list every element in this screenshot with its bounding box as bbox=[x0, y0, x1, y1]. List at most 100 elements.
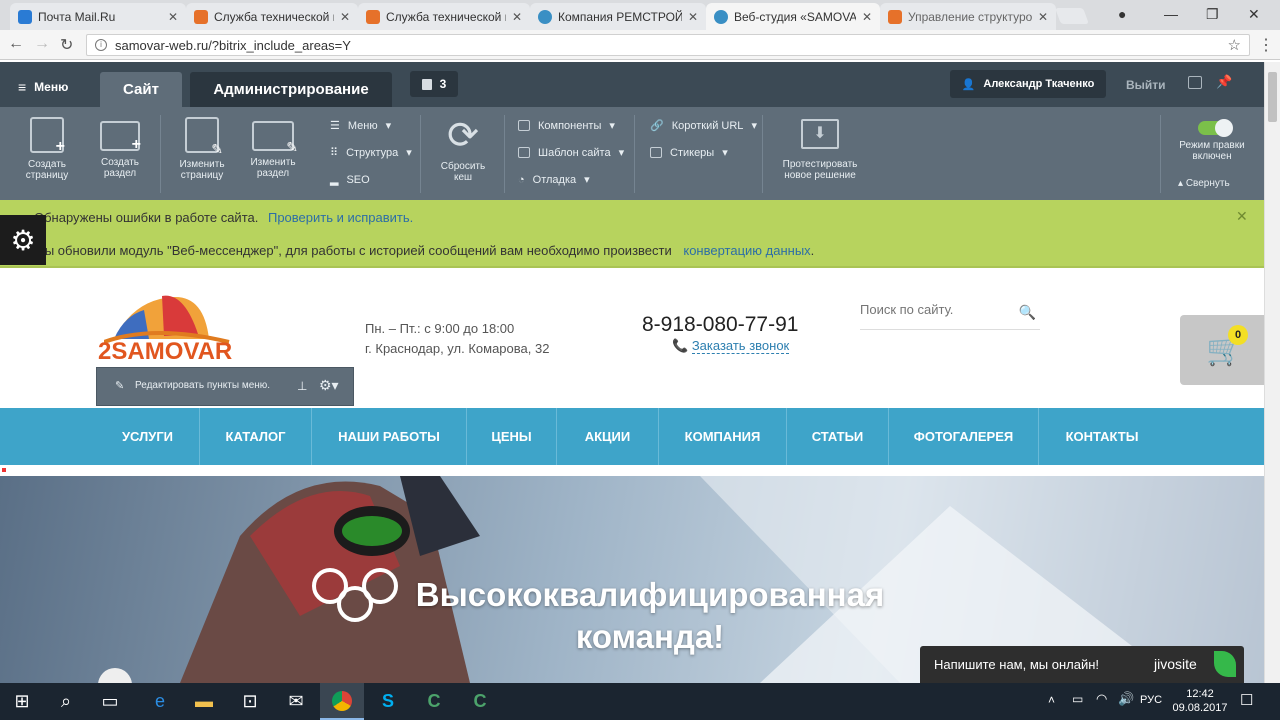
seo-button[interactable]: ▂ SEO bbox=[330, 173, 370, 187]
site-template-dropdown[interactable]: Шаблон сайта ▾ bbox=[518, 146, 624, 159]
browser-tab-active[interactable]: Веб-студия «SAMOVAR ✕ bbox=[706, 3, 880, 30]
nav-item-services[interactable]: УСЛУГИ bbox=[96, 408, 200, 465]
nav-item-contacts[interactable]: КОНТАКТЫ bbox=[1039, 408, 1165, 465]
skype-icon[interactable]: S bbox=[366, 683, 410, 720]
clock-time: 12:42 bbox=[1186, 688, 1214, 700]
file-explorer-icon[interactable]: ▬ bbox=[182, 683, 226, 720]
menu-edit-link[interactable]: Редактировать пункты меню. bbox=[135, 380, 270, 391]
close-icon[interactable]: ✕ bbox=[512, 10, 522, 24]
bx-menu-button[interactable]: ≡ Меню bbox=[18, 79, 68, 95]
search-icon[interactable]: ⌕ bbox=[44, 683, 88, 720]
camtasia-icon[interactable]: C bbox=[412, 683, 456, 720]
fix-errors-link[interactable]: Проверить и исправить. bbox=[268, 210, 413, 225]
profile-icon[interactable]: ● bbox=[1118, 6, 1126, 22]
tab-administration[interactable]: Администрирование bbox=[190, 72, 392, 107]
close-icon[interactable]: ✕ bbox=[168, 10, 178, 24]
collapse-button[interactable]: ▴ Свернуть bbox=[1178, 178, 1230, 189]
nav-item-articles[interactable]: СТАТЬИ bbox=[787, 408, 889, 465]
search-icon[interactable]: 🔍 bbox=[1019, 304, 1036, 321]
cart-button[interactable]: 🛒 0 bbox=[1180, 315, 1264, 385]
close-icon[interactable]: ✕ bbox=[688, 10, 698, 24]
scrollbar[interactable] bbox=[1264, 62, 1280, 683]
windows-start-icon[interactable]: ⊞ bbox=[0, 683, 44, 720]
download-box-icon: ⬇ bbox=[801, 119, 839, 149]
mail-icon[interactable]: ✉ bbox=[274, 683, 318, 720]
tab-site[interactable]: Сайт bbox=[100, 72, 182, 107]
reload-icon[interactable]: ↻ bbox=[60, 35, 73, 55]
url-field[interactable]: i samovar-web.ru/?bitrix_include_areas=Y… bbox=[86, 34, 1250, 56]
pin-icon[interactable]: ⊥ bbox=[297, 379, 307, 393]
bitrix-admin-top: ≡ Меню Сайт Администрирование 3 👤 Алекса… bbox=[0, 62, 1264, 107]
create-section-button[interactable]: + Создать раздел bbox=[92, 117, 148, 179]
task-view-icon[interactable]: ▭ bbox=[88, 683, 132, 720]
browser-tab[interactable]: Компания РЕМСТРОЙ ✕ bbox=[530, 3, 706, 30]
info-icon[interactable]: i bbox=[95, 39, 107, 51]
minimize-icon[interactable]: — bbox=[1164, 6, 1178, 22]
support-favicon-icon bbox=[194, 9, 208, 24]
create-page-button[interactable]: + Создать страницу bbox=[20, 117, 74, 181]
chevron-up-icon[interactable]: ˄ bbox=[1048, 693, 1055, 707]
edit-mode-toggle[interactable] bbox=[1198, 119, 1233, 137]
wifi-icon[interactable]: ◠ bbox=[1096, 691, 1107, 707]
tool-label: включен bbox=[1192, 151, 1232, 162]
edge-icon[interactable]: e bbox=[138, 683, 182, 720]
conversion-link[interactable]: конвертацию данных bbox=[683, 243, 810, 258]
browser-tab[interactable]: Служба технической п ✕ bbox=[186, 3, 358, 30]
callback-link[interactable]: 📞 Заказать звонок bbox=[672, 338, 790, 354]
nav-item-company[interactable]: КОМПАНИЯ bbox=[659, 408, 787, 465]
jivosite-chat-button[interactable]: Напишите нам, мы онлайн! jivosite bbox=[920, 646, 1244, 683]
edit-section-button[interactable]: ✎ Изменить раздел bbox=[244, 117, 302, 179]
new-tab-button[interactable] bbox=[1055, 8, 1089, 24]
stickers-dropdown[interactable]: Стикеры ▾ bbox=[650, 146, 728, 159]
window-close-icon[interactable]: ✕ bbox=[1248, 6, 1260, 23]
user-button[interactable]: 👤 Александр Ткаченко bbox=[950, 70, 1106, 98]
forward-icon[interactable]: → bbox=[34, 35, 50, 53]
camtasia-recorder-icon[interactable]: C bbox=[458, 683, 502, 720]
site-favicon-icon bbox=[538, 9, 552, 24]
back-icon[interactable]: ← bbox=[8, 35, 24, 53]
components-dropdown[interactable]: Компоненты ▾ bbox=[518, 119, 615, 132]
debug-dropdown[interactable]: ◔ Отладка ▾ bbox=[518, 173, 590, 187]
close-icon[interactable]: ✕ bbox=[340, 10, 350, 24]
clock[interactable]: 12:42 09.08.2017 bbox=[1172, 687, 1228, 715]
close-icon[interactable]: ✕ bbox=[1236, 208, 1248, 225]
search-input[interactable] bbox=[860, 302, 1010, 317]
structure-dropdown[interactable]: ⠿ Структура ▾ bbox=[330, 146, 412, 160]
browser-tab[interactable]: Управление структуро ✕ bbox=[880, 3, 1056, 30]
edit-page-button[interactable]: ✎ Изменить страницу bbox=[172, 117, 232, 181]
scrollbar-thumb[interactable] bbox=[1268, 72, 1277, 122]
test-new-solution-button[interactable]: ⬇ Протестировать новое решение bbox=[772, 119, 868, 181]
pin-icon[interactable]: 📌 bbox=[1216, 74, 1232, 90]
store-icon[interactable]: ⊡ bbox=[228, 683, 272, 720]
notifications-icon[interactable]: ☐ bbox=[1240, 691, 1253, 709]
site-logo[interactable]: 2SAMOVAR bbox=[98, 338, 232, 366]
settings-gear-icon[interactable]: ⚙ bbox=[0, 215, 46, 265]
window-icon[interactable] bbox=[1188, 76, 1202, 89]
chrome-icon[interactable] bbox=[320, 683, 364, 720]
browser-menu-icon[interactable]: ⋮ bbox=[1258, 35, 1274, 55]
page-edit-icon: ✎ bbox=[185, 117, 223, 156]
nav-item-promos[interactable]: АКЦИИ bbox=[557, 408, 659, 465]
bookmark-star-icon[interactable]: ☆ bbox=[1228, 36, 1241, 54]
gear-icon[interactable]: ⚙▾ bbox=[319, 377, 339, 394]
menu-dropdown[interactable]: ☰ Меню ▾ bbox=[330, 119, 391, 133]
contact-info: Пн. – Пт.: с 9:00 до 18:00 г. Краснодар,… bbox=[365, 319, 549, 359]
notifications-button[interactable]: 3 bbox=[410, 71, 458, 97]
language-indicator[interactable]: РУС bbox=[1140, 694, 1162, 706]
nav-item-prices[interactable]: ЦЕНЫ bbox=[467, 408, 557, 465]
site-favicon-icon bbox=[714, 9, 728, 24]
close-icon[interactable]: ✕ bbox=[862, 10, 872, 24]
nav-item-gallery[interactable]: ФОТОГАЛЕРЕЯ bbox=[889, 408, 1039, 465]
maximize-icon[interactable]: ❐ bbox=[1206, 6, 1219, 23]
browser-tab[interactable]: Почта Mail.Ru ✕ bbox=[10, 3, 186, 30]
close-icon[interactable]: ✕ bbox=[1038, 10, 1048, 24]
nav-item-catalog[interactable]: КАТАЛОГ bbox=[200, 408, 312, 465]
volume-icon[interactable]: 🔊 bbox=[1118, 691, 1134, 707]
phone-number[interactable]: 8-918-080-77-91 bbox=[642, 313, 798, 337]
logout-link[interactable]: Выйти bbox=[1126, 78, 1166, 92]
reset-cache-button[interactable]: ⟳ Сбросить кеш bbox=[432, 115, 494, 183]
nav-item-portfolio[interactable]: НАШИ РАБОТЫ bbox=[312, 408, 467, 465]
browser-tab[interactable]: Служба технической п ✕ bbox=[358, 3, 530, 30]
short-url-dropdown[interactable]: 🔗 Короткий URL ▾ bbox=[650, 119, 757, 133]
battery-icon[interactable]: ▭ bbox=[1072, 692, 1083, 706]
